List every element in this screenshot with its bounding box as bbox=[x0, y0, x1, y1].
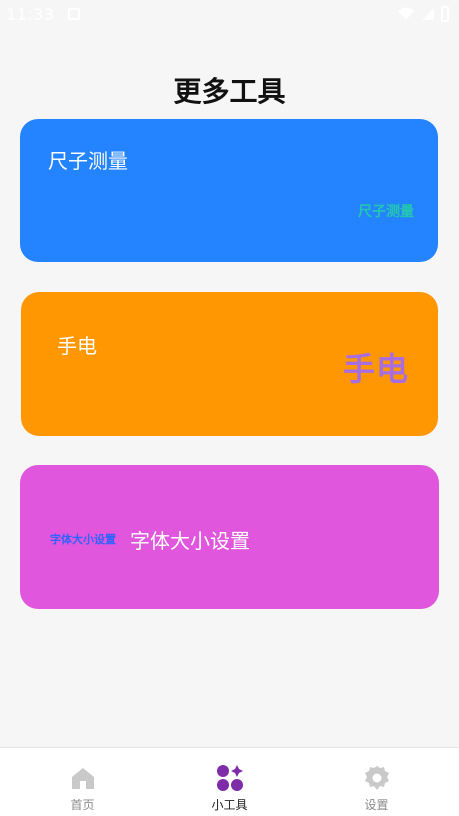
gear-icon bbox=[364, 766, 389, 790]
status-bar: 11:33 bbox=[0, 0, 459, 32]
ruler-logo: 尺子测量 bbox=[358, 204, 414, 220]
signal-icon bbox=[422, 8, 434, 20]
status-icons bbox=[397, 6, 449, 22]
notification-icon bbox=[68, 8, 80, 20]
flashlight-logo: 手电 bbox=[342, 350, 409, 388]
nav-item-settings[interactable]: 设置 bbox=[300, 748, 453, 816]
battery-icon bbox=[441, 6, 449, 22]
home-icon bbox=[71, 768, 94, 789]
nav-label-settings: 设置 bbox=[364, 798, 389, 812]
flashlight-card[interactable]: 手电 手电 bbox=[21, 292, 438, 436]
font-size-card[interactable]: 字体大小设置 字体大小设置 bbox=[20, 465, 439, 609]
bottom-nav: 首页 小工具 设置 bbox=[0, 747, 459, 816]
font-size-logo: 字体大小设置 bbox=[50, 533, 116, 546]
page-title: 更多工具 bbox=[173, 75, 286, 108]
screen: 11:33 更多工具 尺子测量 尺子测量 手电 手电 字体大小设置 字体大小设置 bbox=[0, 0, 459, 816]
status-time: 11:33 bbox=[6, 5, 55, 24]
nav-item-home[interactable]: 首页 bbox=[6, 748, 159, 816]
wifi-icon bbox=[398, 7, 414, 20]
ruler-card-title: 尺子测量 bbox=[48, 149, 128, 173]
nav-item-tools[interactable]: 小工具 bbox=[153, 748, 306, 816]
flashlight-card-title: 手电 bbox=[57, 334, 97, 358]
ruler-card[interactable]: 尺子测量 尺子测量 bbox=[20, 119, 438, 262]
font-size-card-title: 字体大小设置 bbox=[130, 529, 250, 553]
nav-label-tools: 小工具 bbox=[211, 798, 248, 812]
nav-label-home: 首页 bbox=[70, 798, 95, 812]
tools-icon bbox=[216, 765, 243, 791]
